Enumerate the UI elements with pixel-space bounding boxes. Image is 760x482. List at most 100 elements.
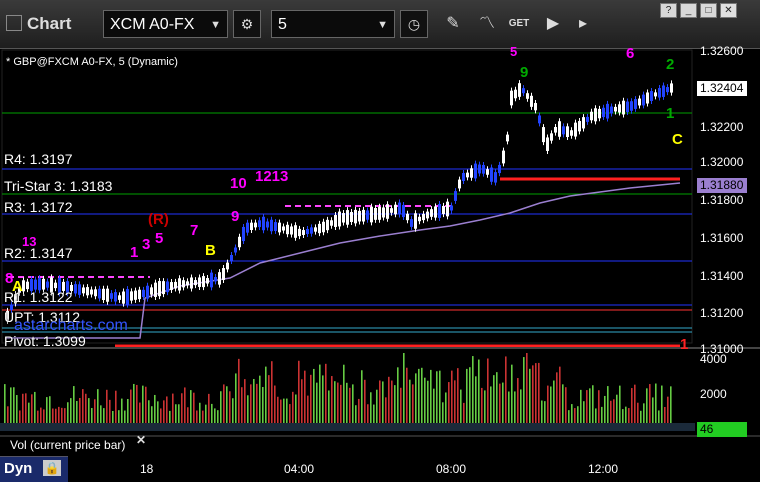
- marker-1213: 1213: [255, 168, 289, 185]
- volume-bar: [565, 387, 567, 423]
- volume-bar: [163, 400, 165, 423]
- volume-bar: [529, 368, 531, 423]
- volume-bar: [643, 403, 645, 423]
- volume-bar: [664, 406, 666, 423]
- volume-bar: [616, 394, 618, 423]
- volume-bar: [97, 389, 99, 423]
- volume-bar: [232, 398, 234, 423]
- volume-bar: [349, 387, 351, 423]
- volume-value-tag: 46: [697, 422, 747, 437]
- indicator-icon[interactable]: 〽: [474, 10, 500, 38]
- get-button[interactable]: GET: [506, 10, 532, 38]
- marker-8-left: 8: [5, 270, 14, 287]
- volume-bar: [646, 388, 648, 423]
- volume-bar: [319, 364, 321, 423]
- volume-bar: [28, 402, 30, 423]
- volume-bar: [412, 384, 414, 423]
- volume-bar: [520, 389, 522, 423]
- symbol-selector[interactable]: XCM A0-FX ▼: [103, 10, 228, 38]
- volume-bar: [499, 383, 501, 423]
- close-icon[interactable]: ✕: [720, 3, 737, 18]
- volume-bar: [202, 410, 204, 423]
- interval-selector[interactable]: 5 ▼: [271, 10, 395, 38]
- maximize-icon[interactable]: □: [700, 3, 717, 18]
- volume-bar: [127, 398, 129, 423]
- volume-bar: [55, 408, 57, 423]
- time-tick: 18: [140, 462, 154, 476]
- volume-bar: [346, 382, 348, 423]
- volume-bar: [427, 380, 429, 423]
- volume-bar: [79, 397, 81, 423]
- volume-bar: [58, 406, 60, 423]
- volume-bar: [244, 379, 246, 423]
- price-chart[interactable]: [0, 48, 760, 481]
- clock-icon[interactable]: ◷: [400, 10, 428, 38]
- marker-b: B: [205, 242, 216, 259]
- help-icon[interactable]: ?: [660, 3, 677, 18]
- volume-bar: [493, 375, 495, 423]
- volume-bar: [367, 404, 369, 423]
- price-tick: 1.31200: [700, 306, 744, 320]
- volume-bar: [46, 397, 48, 423]
- volume-bar: [211, 403, 213, 423]
- app-title: Chart: [6, 14, 71, 34]
- volume-bar: [604, 395, 606, 423]
- volume-bar: [43, 409, 45, 423]
- last-price-tag: 1.32404: [697, 81, 747, 96]
- volume-bar: [385, 397, 387, 423]
- volume-bar: [112, 410, 114, 423]
- volume-bar: [550, 386, 552, 423]
- volume-bar: [19, 410, 21, 423]
- volume-bar: [73, 386, 75, 423]
- volume-bar: [634, 384, 636, 423]
- volume-bar: [256, 383, 258, 423]
- volume-bar: [160, 408, 162, 423]
- volume-bar: [481, 387, 483, 423]
- volume-bar: [109, 399, 111, 423]
- volume-bar: [190, 390, 192, 423]
- volume-bar: [70, 398, 72, 423]
- volume-bar: [394, 385, 396, 423]
- volume-bar: [598, 390, 600, 423]
- volume-bar: [430, 369, 432, 423]
- volume-bar: [361, 370, 363, 423]
- volume-bar: [505, 356, 507, 423]
- volume-bar: [523, 357, 525, 423]
- volume-bar: [352, 384, 354, 423]
- volume-bar: [436, 371, 438, 423]
- chevron-down-icon: ▼: [377, 19, 388, 31]
- volume-bar: [535, 363, 537, 423]
- volume-close-icon[interactable]: ✕: [136, 433, 146, 447]
- volume-bar: [196, 410, 198, 423]
- volume-bar: [124, 410, 126, 423]
- ma-price-tag: 1.31880: [697, 178, 747, 193]
- volume-bar: [625, 406, 627, 423]
- pencil-icon[interactable]: ✎: [440, 10, 466, 38]
- lock-icon[interactable]: 🔒: [43, 460, 61, 476]
- settings-gear-icon[interactable]: ⚙: [233, 10, 261, 38]
- volume-bar: [133, 383, 135, 423]
- volume-bar: [508, 391, 510, 423]
- volume-bar: [667, 396, 669, 423]
- volume-bar: [238, 358, 240, 423]
- volume-bar: [286, 398, 288, 423]
- volume-bar: [397, 367, 399, 423]
- volume-bar: [139, 402, 141, 423]
- volume-bar: [91, 408, 93, 423]
- volume-bar: [502, 382, 504, 423]
- volume-bar: [448, 382, 450, 423]
- price-tick: 1.32000: [700, 155, 744, 169]
- play-icon[interactable]: ▶: [540, 10, 566, 38]
- volume-bar: [325, 363, 327, 423]
- volume-bar: [214, 408, 216, 423]
- minimize-icon[interactable]: _: [680, 3, 697, 18]
- volume-bar: [259, 375, 261, 423]
- volume-bar: [67, 402, 69, 423]
- volume-bar: [475, 376, 477, 423]
- volume-bar: [208, 393, 210, 423]
- volume-bar: [7, 406, 9, 423]
- volume-bar: [235, 373, 237, 423]
- more-icon[interactable]: ▸: [570, 10, 596, 38]
- volume-bar: [64, 408, 66, 423]
- volume-bar: [253, 378, 255, 423]
